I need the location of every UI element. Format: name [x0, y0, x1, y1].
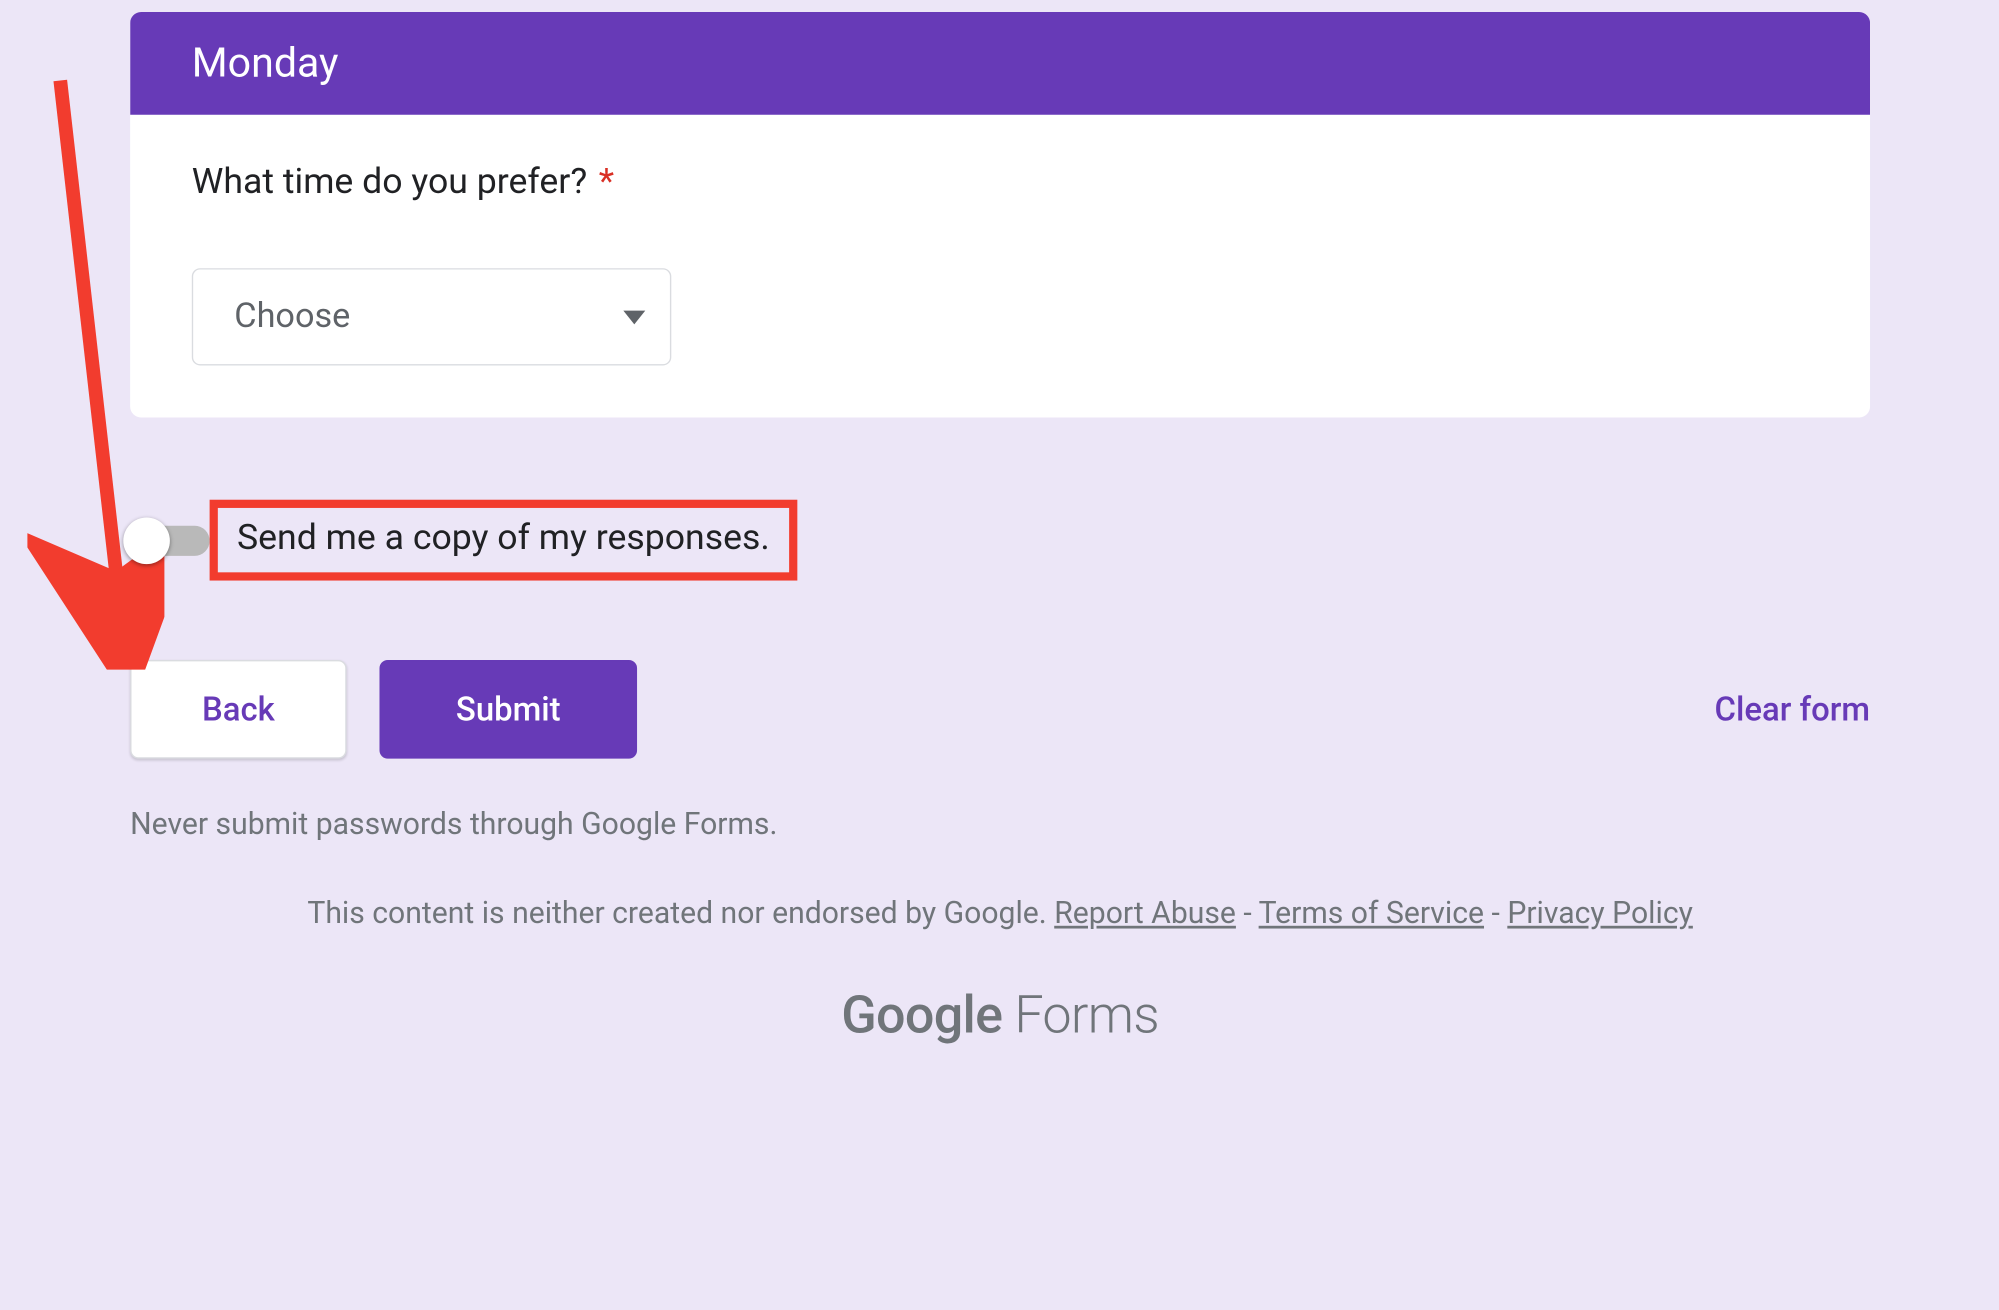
time-dropdown[interactable]: Choose — [192, 268, 672, 365]
back-button[interactable]: Back — [130, 660, 346, 759]
brand-forms: Forms — [1002, 986, 1159, 1046]
toggle-thumb-icon — [123, 517, 170, 564]
annotation-highlight-box: Send me a copy of my responses. — [210, 500, 798, 581]
copy-responses-toggle-row: Send me a copy of my responses. — [130, 500, 1999, 581]
required-indicator: * — [599, 161, 614, 202]
actions-left: Back Submit — [130, 660, 637, 759]
actions-row: Back Submit Clear form — [130, 660, 1870, 759]
question-label: What time do you prefer? — [192, 161, 587, 202]
dropdown-selected-label: Choose — [234, 297, 350, 337]
copy-responses-toggle[interactable] — [130, 525, 209, 555]
privacy-link[interactable]: Privacy Policy — [1507, 897, 1693, 931]
google-forms-brand[interactable]: Google Forms — [0, 986, 1999, 1046]
report-abuse-link[interactable]: Report Abuse — [1054, 897, 1236, 931]
disclaimer-text: This content is neither created nor endo… — [307, 897, 1046, 931]
separator: - — [1243, 897, 1258, 931]
brand-google: Google — [841, 986, 1002, 1046]
section-title: Monday — [130, 12, 1870, 115]
question-card: Monday What time do you prefer? * Choose — [130, 12, 1870, 418]
disclaimer-row: This content is neither created nor endo… — [0, 897, 1999, 931]
card-body: What time do you prefer? * Choose — [130, 115, 1870, 418]
password-warning: Never submit passwords through Google Fo… — [130, 808, 1999, 842]
copy-responses-label: Send me a copy of my responses. — [237, 518, 770, 559]
submit-button[interactable]: Submit — [379, 660, 637, 759]
terms-link[interactable]: Terms of Service — [1259, 897, 1484, 931]
separator: - — [1492, 897, 1508, 931]
clear-form-link[interactable]: Clear form — [1715, 690, 1871, 728]
question-text: What time do you prefer? * — [192, 161, 1809, 202]
caret-down-icon — [623, 310, 645, 324]
form-container: Monday What time do you prefer? * Choose… — [0, 12, 1999, 1046]
